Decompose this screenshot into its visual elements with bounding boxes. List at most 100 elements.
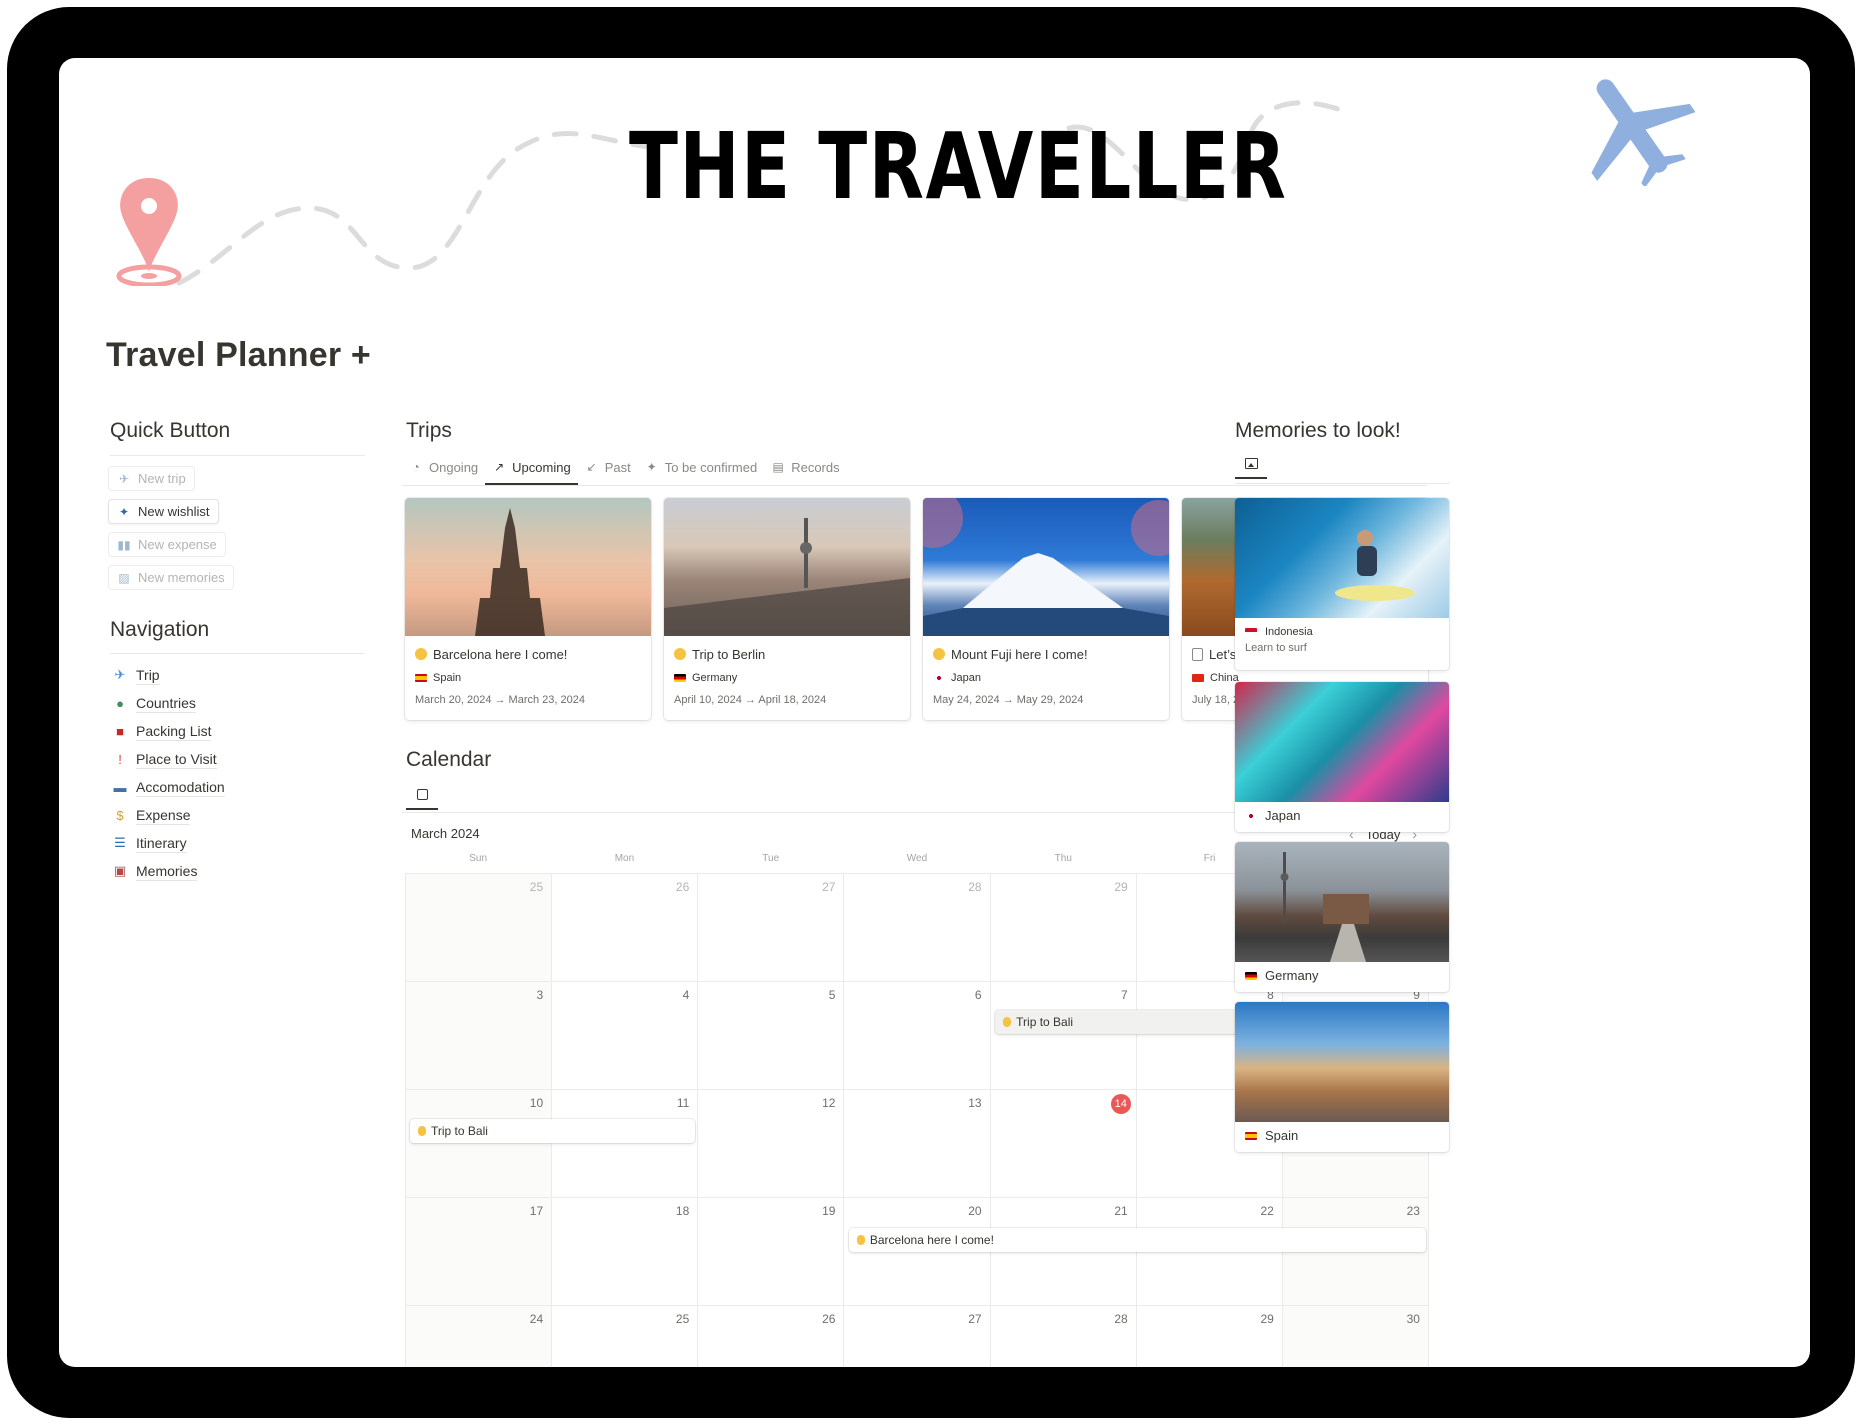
tab-label: Past [604, 459, 631, 475]
calendar-view-tab[interactable] [406, 782, 438, 810]
calendar-day-cell[interactable]: 28 [844, 874, 991, 982]
spain-flag-icon [415, 674, 427, 682]
calendar-day-cell[interactable]: 6 [844, 982, 991, 1090]
day-number: 20 [968, 1204, 982, 1218]
tab-upcoming[interactable]: ↗ Upcoming [485, 453, 578, 485]
nav-label: Packing List [136, 722, 212, 741]
day-number: 28 [1114, 1312, 1128, 1326]
weekday-label: Tue [762, 853, 780, 864]
calendar-day-cell[interactable]: 23 [1282, 1198, 1429, 1306]
memory-country: Indonesia [1265, 626, 1313, 638]
progress-icon: ◔ [412, 460, 420, 474]
weekday-label: Sun [469, 853, 488, 864]
new-wishlist-button[interactable]: ✦ New wishlist [108, 499, 219, 524]
calendar-day-cell[interactable]: 29 [1136, 1306, 1283, 1367]
calendar-day-cell[interactable]: 11 [552, 1090, 699, 1198]
new-trip-button[interactable]: ✈ New trip [108, 466, 195, 491]
calendar-event[interactable]: Trip to Bali [410, 1119, 695, 1143]
calendar-day-cell[interactable]: 10 [406, 1090, 553, 1198]
calendar-day-cell[interactable]: 19 [698, 1198, 845, 1306]
tab-ongoing[interactable]: ◔ Ongoing [402, 453, 485, 481]
calendar-day-cell[interactable]: 27 [844, 1306, 991, 1367]
day-number: 19 [822, 1204, 836, 1218]
trip-card[interactable]: Trip to Berlin Germany April 10, 2024 → … [664, 498, 910, 720]
calendar-day-cell[interactable]: 14 [990, 1090, 1137, 1198]
calendar-day-cell[interactable]: 21 [990, 1198, 1137, 1306]
trip-card[interactable]: Mount Fuji here I come! Japan May 24, 20… [923, 498, 1169, 720]
calendar-day-cell[interactable]: 30 [1282, 1306, 1429, 1367]
trip-country: Germany [692, 672, 738, 684]
calendar-event[interactable]: Barcelona here I come! [848, 1228, 1426, 1252]
country-card[interactable]: Germany [1235, 842, 1449, 992]
nav-item-countries[interactable]: ● Countries [112, 692, 196, 714]
nav-label: Memories [136, 862, 198, 881]
trips-heading: Trips [406, 419, 452, 442]
calendar-day-cell[interactable]: 28 [990, 1306, 1137, 1367]
nav-item-itinerary[interactable]: ☰ Itinerary [112, 832, 187, 854]
nav-item-place-to-visit[interactable]: ! Place to Visit [112, 748, 217, 770]
calendar-day-cell[interactable]: 13 [844, 1090, 991, 1198]
calendar-day-cell[interactable]: 20 [844, 1198, 991, 1306]
country-card[interactable]: Spain [1235, 1002, 1449, 1152]
tab-to-be-confirmed[interactable]: ✦ To be confirmed [638, 453, 765, 481]
country-cover-image [1235, 682, 1449, 802]
new-expense-button[interactable]: ▮▮ New expense [108, 532, 226, 557]
grinning-emoji-icon [415, 648, 427, 660]
nav-item-memories[interactable]: ▣ Memories [112, 860, 198, 882]
trip-card[interactable]: Barcelona here I come! Spain March 20, 2… [405, 498, 651, 720]
trip-title: Trip to Berlin [692, 646, 766, 662]
new-memories-button[interactable]: ▨ New memories [108, 565, 234, 590]
weekday-label: Wed [906, 853, 928, 864]
day-number: 23 [1406, 1204, 1420, 1218]
globe-icon: ● [116, 695, 124, 711]
calendar-day-cell[interactable]: 26 [698, 1306, 845, 1367]
picture-icon: ▣ [113, 863, 127, 878]
calendar-day-cell[interactable]: 29 [990, 874, 1137, 982]
day-number: 6 [974, 988, 982, 1002]
banner-title: THE TRAVELLER [629, 113, 1288, 220]
calendar-day-cell[interactable]: 18 [552, 1198, 699, 1306]
tab-records[interactable]: ▤ Records [764, 453, 846, 481]
nav-item-packing-list[interactable]: ■ Packing List [112, 720, 212, 742]
tab-past[interactable]: ↙ Past [578, 453, 638, 481]
calendar-day-cell[interactable]: 24 [406, 1306, 553, 1367]
calendar-day-cell[interactable]: 22 [1136, 1198, 1283, 1306]
trip-dates: April 10, 2024 → April 18, 2024 [674, 694, 827, 706]
nav-item-expense[interactable]: $ Expense [112, 804, 191, 826]
archive-icon: ▤ [772, 460, 784, 474]
calendar-day-cell[interactable]: 26 [552, 874, 699, 982]
weekday-label: Mon [614, 853, 635, 864]
calendar-day-cell[interactable]: 25 [552, 1306, 699, 1367]
money-bag-icon: $ [116, 807, 124, 823]
calendar-day-cell[interactable]: 3 [406, 982, 553, 1090]
day-number: 7 [1121, 988, 1128, 1002]
china-flag-icon [1192, 674, 1204, 682]
nav-item-trip[interactable]: ✈ Trip [112, 664, 160, 686]
calendar-day-cell[interactable]: 27 [698, 874, 845, 982]
trip-cover-image [923, 498, 1169, 636]
weekday-label: Thu [1054, 853, 1072, 864]
memory-card[interactable]: Indonesia Learn to surf [1235, 498, 1449, 670]
japan-flag-icon [1245, 811, 1257, 820]
calendar-heading: Calendar [406, 748, 492, 771]
calendar-month-label: March 2024 [411, 826, 480, 841]
calendar-day-cell[interactable]: 17 [406, 1198, 553, 1306]
sparkles-icon: ✦ [646, 460, 657, 474]
calendar-day-cell[interactable]: 5 [698, 982, 845, 1090]
calendar-day-cell[interactable]: 12 [698, 1090, 845, 1198]
calendar-day-cell[interactable]: 4 [552, 982, 699, 1090]
event-emoji-icon [418, 1126, 426, 1136]
day-number: 25 [529, 880, 544, 894]
memories-gallery-tab[interactable] [1235, 451, 1267, 479]
trip-cover-image [405, 498, 651, 636]
button-label: New memories [138, 570, 225, 585]
calendar-day-cell[interactable]: 25 [406, 874, 553, 982]
calendar-icon [416, 788, 428, 800]
nav-item-accomodation[interactable]: ▬ Accomodation [112, 776, 225, 798]
divider [402, 485, 1427, 486]
button-label: New expense [138, 537, 217, 552]
calendar-day-cell[interactable]: 7 [990, 982, 1137, 1090]
trip-dates: May 24, 2024 → May 29, 2024 [933, 694, 1084, 706]
indonesia-flag-icon [1245, 628, 1257, 636]
country-card[interactable]: Japan [1235, 682, 1449, 832]
